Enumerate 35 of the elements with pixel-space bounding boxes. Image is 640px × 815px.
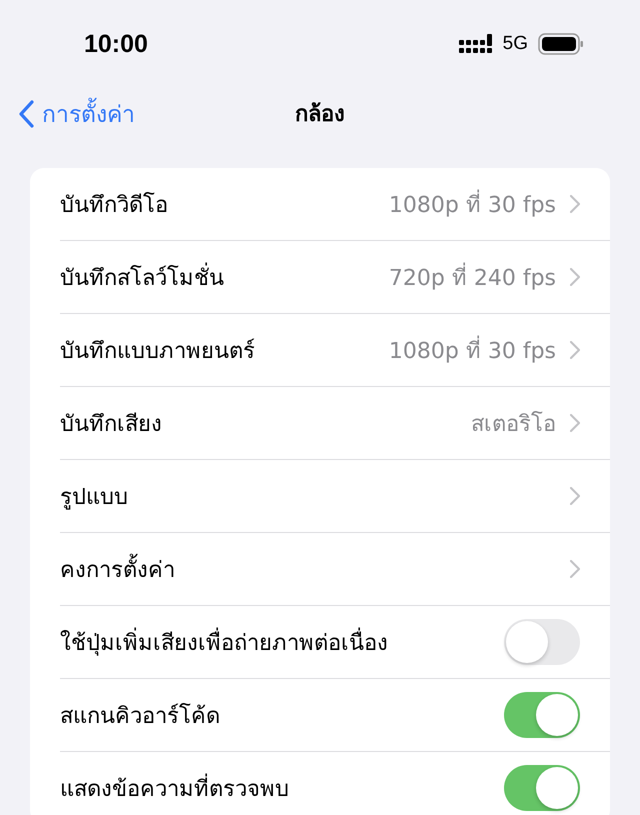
row-label: บันทึกวิดีโอ xyxy=(60,191,169,220)
row-label: บันทึกแบบภาพยนตร์ xyxy=(60,338,256,366)
chevron-icon xyxy=(570,487,580,505)
network-label: 5G xyxy=(502,33,528,55)
chevron-icon xyxy=(570,268,580,286)
row-label: บันทึกสโลว์โมชั่น xyxy=(60,260,389,294)
row-label: รูปแบบ xyxy=(60,484,129,512)
chevron-icon xyxy=(570,414,580,432)
chevron-icon xyxy=(570,341,580,359)
back-link[interactable]: การตั้งค่า xyxy=(18,96,135,132)
chevron-icon xyxy=(570,195,580,213)
settings-row[interactable]: บันทึกแบบภาพยนตร์ 1080p ที่ 30 fps xyxy=(60,313,610,386)
settings-row[interactable]: รูปแบบ xyxy=(60,459,610,532)
settings-row[interactable]: คงการตั้งค่า xyxy=(60,532,610,605)
row-value: 1080p ที่ 30 fps xyxy=(388,186,556,222)
row-label: คงการตั้งค่า xyxy=(60,552,570,586)
row-label: ใช้ปุ่มเพิ่มเสียงเพื่อถ่ายภาพต่อเนื่อง xyxy=(60,624,504,660)
toggle-switch[interactable] xyxy=(504,765,580,811)
back-chevron-icon xyxy=(18,100,34,128)
battery-icon xyxy=(538,33,584,55)
toggle-switch[interactable] xyxy=(504,692,580,738)
toggle-switch[interactable] xyxy=(504,619,580,665)
signal-icon xyxy=(458,34,493,54)
settings-row[interactable]: บันทึกเสียง สเตอริโอ xyxy=(60,386,610,459)
status-time: 10:00 xyxy=(84,30,148,58)
page-title: กล้อง xyxy=(295,100,345,128)
row-label: แสดงข้อความที่ตรวจพบ xyxy=(60,770,504,806)
row-value: สเตอริโอ xyxy=(471,410,556,438)
settings-row[interactable]: บันทึกสโลว์โมชั่น 720p ที่ 240 fps xyxy=(60,240,610,313)
row-label: บันทึกเสียง xyxy=(60,410,163,438)
chevron-icon xyxy=(570,560,580,578)
row-value: 1080p ที่ 30 fps xyxy=(388,332,556,368)
row-value: 720p ที่ 240 fps xyxy=(388,260,556,294)
settings-row[interactable]: บันทึกวิดีโอ 1080p ที่ 30 fps xyxy=(60,168,610,240)
row-label: สแกนคิวอาร์โค้ด xyxy=(60,702,221,730)
